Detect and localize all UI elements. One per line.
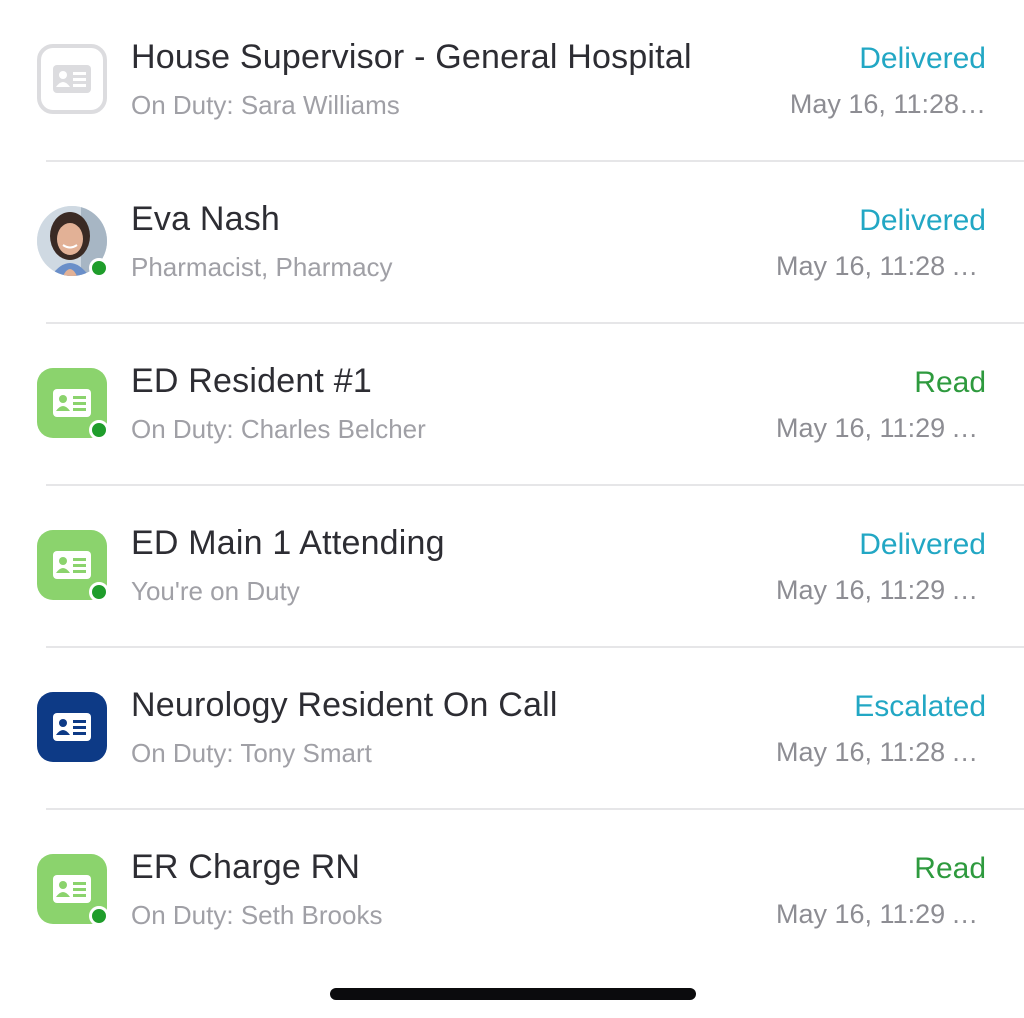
recipient-name: Neurology Resident On Call (131, 686, 558, 724)
status-label: Read (914, 852, 986, 885)
timestamp: May 16, 11:29 AM (776, 413, 986, 443)
recipient-detail: Pharmacist, Pharmacy (131, 252, 393, 282)
role-icon-container (37, 368, 109, 440)
recipient-name: ED Resident #1 (131, 362, 372, 400)
recipient-name: ED Main 1 Attending (131, 524, 445, 562)
status-label: Delivered (859, 42, 986, 75)
recipient-detail: On Duty: Seth Brooks (131, 900, 383, 930)
timestamp: May 16, 11:29 AM (776, 899, 986, 929)
status-label: Delivered (859, 204, 986, 237)
timestamp: May 16, 11:28… (789, 89, 986, 119)
id-card-icon (37, 692, 107, 762)
role-icon-container (37, 44, 107, 114)
list-item[interactable]: House Supervisor - General Hospital On D… (0, 0, 1024, 162)
list-item[interactable]: Neurology Resident On Call On Duty: Tony… (0, 648, 1024, 810)
online-indicator (89, 258, 109, 278)
avatar-container (37, 206, 109, 278)
recipient-detail: On Duty: Charles Belcher (131, 414, 426, 444)
timestamp: May 16, 11:28 AM (776, 737, 986, 767)
home-indicator[interactable] (330, 988, 696, 1000)
id-card-icon (37, 44, 107, 114)
online-indicator (89, 420, 109, 440)
role-icon-container (37, 530, 109, 602)
recipient-detail: You're on Duty (131, 576, 300, 606)
recipient-detail: On Duty: Sara Williams (131, 90, 400, 120)
role-icon-container (37, 692, 107, 762)
online-indicator (89, 582, 109, 602)
status-label: Delivered (859, 528, 986, 561)
recipient-name: ER Charge RN (131, 848, 361, 886)
status-label: Escalated (854, 690, 986, 723)
timestamp: May 16, 11:28 AM (776, 251, 986, 281)
status-label: Read (914, 366, 986, 399)
recipient-name: House Supervisor - General Hospital (131, 38, 692, 76)
list-item[interactable]: ER Charge RN On Duty: Seth Brooks Read M… (0, 810, 1024, 972)
online-indicator (89, 906, 109, 926)
list-item[interactable]: ED Resident #1 On Duty: Charles Belcher … (0, 324, 1024, 486)
list-item[interactable]: ED Main 1 Attending You're on Duty Deliv… (0, 486, 1024, 648)
list-item[interactable]: Eva Nash Pharmacist, Pharmacy Delivered … (0, 162, 1024, 324)
recipient-name: Eva Nash (131, 200, 281, 238)
timestamp: May 16, 11:29 AM (776, 575, 986, 605)
recipient-detail: On Duty: Tony Smart (131, 738, 372, 768)
role-icon-container (37, 854, 109, 926)
